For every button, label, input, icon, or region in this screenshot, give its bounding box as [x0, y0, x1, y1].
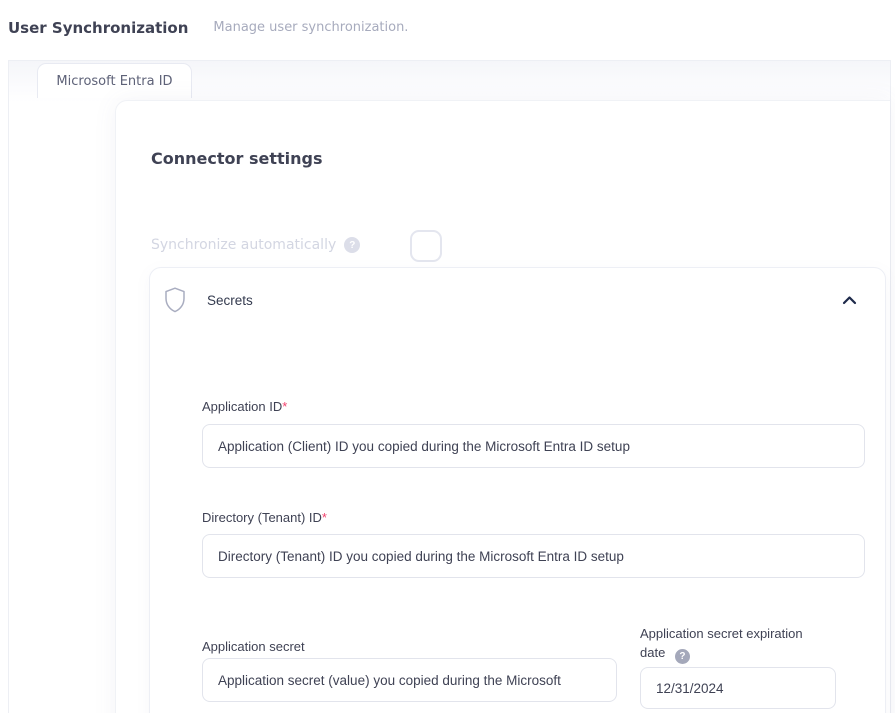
connector-settings-panel: Connector settings Synchronize automatic…	[115, 100, 890, 713]
tab-microsoft-entra-id[interactable]: Microsoft Entra ID	[37, 63, 192, 98]
synchronize-automatically-label: Synchronize automatically	[151, 237, 336, 253]
shield-icon	[163, 286, 187, 314]
application-secret-label: Application secret	[202, 639, 305, 654]
secrets-title: Secrets	[207, 293, 253, 308]
required-asterisk: *	[322, 510, 327, 525]
expiration-date-label: Application secret expiration date ?	[640, 624, 850, 664]
tab-label: Microsoft Entra ID	[56, 74, 172, 89]
secrets-card: Secrets Application ID* Directory (Tenan…	[149, 267, 886, 713]
panel-heading: Connector settings	[151, 149, 322, 168]
page-subtitle: Manage user synchronization.	[213, 20, 408, 35]
application-id-label: Application ID*	[202, 399, 287, 414]
application-secret-input[interactable]	[202, 658, 617, 702]
secrets-card-header[interactable]: Secrets	[163, 284, 857, 316]
application-id-input[interactable]	[202, 424, 865, 468]
directory-tenant-id-input[interactable]	[202, 534, 865, 578]
synchronize-automatically-row: Synchronize automatically ?	[151, 228, 360, 262]
directory-tenant-id-label: Directory (Tenant) ID*	[202, 510, 327, 525]
chevron-up-icon[interactable]	[842, 295, 857, 305]
synchronize-automatically-checkbox[interactable]	[410, 230, 442, 262]
tab-content-region: Microsoft Entra ID Connector settings Sy…	[8, 60, 891, 713]
required-asterisk: *	[282, 399, 287, 414]
page-header: User Synchronization Manage user synchro…	[8, 0, 408, 55]
expiration-date-input[interactable]	[640, 667, 836, 709]
help-icon[interactable]: ?	[675, 649, 690, 664]
help-icon[interactable]: ?	[344, 237, 360, 253]
page: User Synchronization Manage user synchro…	[0, 0, 895, 713]
page-title: User Synchronization	[8, 19, 188, 37]
